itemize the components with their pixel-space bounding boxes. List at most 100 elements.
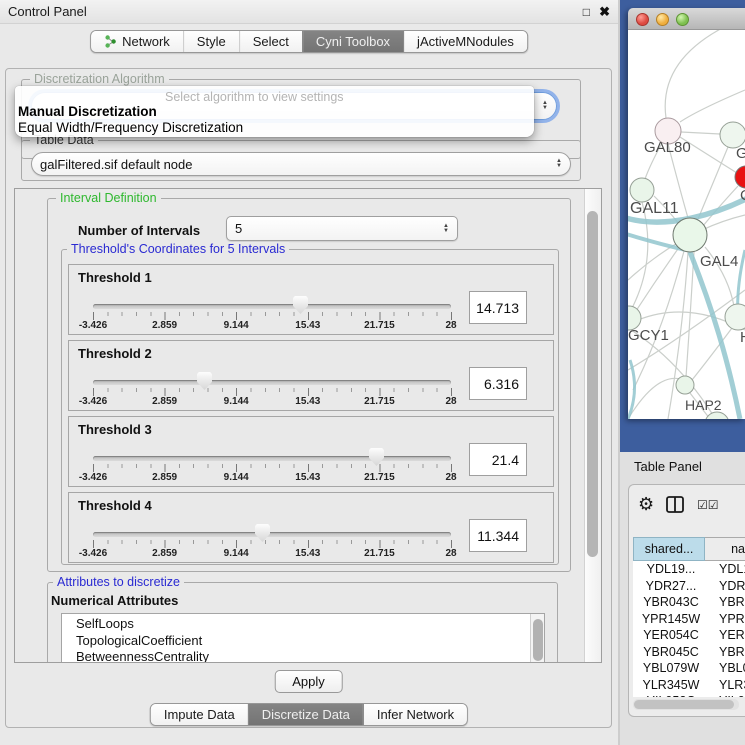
slider-tick-label: 2.859 — [152, 472, 177, 483]
table-toolbar: ⚙ ☑☑ — [629, 485, 745, 529]
slider-ticks — [93, 464, 452, 472]
number-of-intervals-select[interactable]: 5 ▲▼ — [226, 216, 458, 241]
dropdown-item-equal-width-frequency[interactable]: Equal Width/Frequency Discretization — [18, 120, 243, 135]
network-canvas[interactable]: GAL80 GA C GAL11 GAL4 GCY1 H HAP2 — [628, 30, 745, 419]
group-label: Threshold's Coordinates for 5 Intervals — [67, 242, 289, 256]
tab-jactivemnodules[interactable]: jActiveMNodules — [403, 31, 527, 52]
cell-name[interactable]: YBR0 — [709, 644, 745, 661]
network-window-titlebar — [628, 8, 745, 30]
interval-definition-group: Interval Definition Number of Intervals … — [47, 198, 571, 572]
cell-shared-name[interactable]: YLR345W — [633, 677, 709, 694]
tab-infer-network[interactable]: Infer Network — [363, 704, 467, 725]
cell-name[interactable]: YIL0 — [709, 693, 745, 697]
cell-shared-name[interactable]: YPR145W — [633, 611, 709, 628]
table-row[interactable]: YDR27...YDR2 — [633, 578, 745, 595]
tab-impute-data[interactable]: Impute Data — [151, 704, 248, 725]
cell-shared-name[interactable]: YDR27... — [633, 578, 709, 595]
threshold-value-field[interactable]: 14.713 — [469, 291, 527, 324]
threshold-title: Threshold 3 — [78, 422, 152, 437]
node-label: GCY1 — [628, 327, 669, 344]
tab-network[interactable]: Network — [91, 31, 183, 52]
split-columns-icon[interactable] — [666, 496, 684, 513]
slider-tick-label: -3.426 — [79, 472, 107, 483]
spinner-icon: ▲▼ — [443, 224, 449, 234]
cell-shared-name[interactable]: YBR043C — [633, 594, 709, 611]
table-row[interactable]: YER054CYER0 — [633, 627, 745, 644]
gear-icon[interactable]: ⚙ — [638, 494, 654, 515]
close-traffic-light-icon[interactable] — [636, 13, 649, 26]
threshold-panel-4: Threshold 4 -3.4262.8599.14415.4321.7152… — [68, 492, 554, 563]
table-hscrollbar[interactable] — [633, 699, 739, 710]
table-row[interactable]: YBR045CYBR0 — [633, 644, 745, 661]
node-right — [725, 304, 745, 330]
group-label: Interval Definition — [56, 191, 161, 205]
tab-style[interactable]: Style — [183, 31, 239, 52]
close-icon[interactable]: ✖ — [599, 0, 610, 24]
node-gal4 — [673, 218, 707, 252]
table-header-row: shared... na — [633, 537, 745, 561]
settings-scrollbar[interactable] — [584, 189, 601, 662]
numerical-attributes-list: SelfLoopsTopologicalCoefficientBetweenne… — [61, 613, 545, 663]
threshold-value-field[interactable]: 6.316 — [469, 367, 527, 400]
zoom-traffic-light-icon[interactable] — [676, 13, 689, 26]
dropdown-item-manual-discretization[interactable]: Manual Discretization — [18, 104, 157, 119]
cell-shared-name[interactable]: YDL19... — [633, 561, 709, 578]
slider-tick-label: 28 — [445, 472, 456, 483]
slider-track[interactable] — [93, 304, 451, 309]
node-label: GAL4 — [700, 253, 738, 270]
cell-name[interactable]: YDR2 — [709, 578, 745, 595]
cell-name[interactable]: YLR3 — [709, 677, 745, 694]
cell-shared-name[interactable]: YBL079W — [633, 660, 709, 677]
cell-name[interactable]: YER0 — [709, 627, 745, 644]
table-row[interactable]: YPR145WYPR1 — [633, 611, 745, 628]
slider-track[interactable] — [93, 380, 451, 385]
attribute-list-item[interactable]: BetweennessCentrality — [76, 649, 544, 663]
table-row[interactable]: YBL079WYBL0 — [633, 660, 745, 677]
network-view-window[interactable]: GAL80 GA C GAL11 GAL4 GCY1 H HAP2 — [628, 8, 745, 419]
spinner-icon: ▲▼ — [556, 159, 562, 169]
settings-scrollbar-thumb[interactable] — [587, 211, 598, 557]
spinner-icon: ▲▼ — [542, 101, 548, 111]
column-header-shared-name[interactable]: shared... — [633, 537, 705, 561]
slider-tick-label: 9.144 — [224, 548, 249, 559]
attribute-list-item[interactable]: SelfLoops — [76, 616, 544, 633]
cell-shared-name[interactable]: YBR045C — [633, 644, 709, 661]
column-header-name[interactable]: na — [705, 537, 745, 561]
control-panel: Control Panel □ ✖ Network Style Select — [0, 0, 620, 745]
slider-scale: -3.4262.8599.14415.4321.71528 — [93, 320, 451, 332]
tab-discretize-data[interactable]: Discretize Data — [248, 704, 363, 725]
node-label: GAL80 — [644, 139, 691, 156]
table-hscrollbar-thumb[interactable] — [634, 700, 734, 709]
node-gal11 — [630, 178, 654, 202]
table-row[interactable]: YLR345WYLR3 — [633, 677, 745, 694]
slider-track[interactable] — [93, 532, 451, 537]
minimize-traffic-light-icon[interactable] — [656, 13, 669, 26]
list-scrollbar[interactable] — [530, 614, 544, 663]
list-scrollbar-thumb[interactable] — [533, 619, 543, 661]
cell-name[interactable]: YBR0 — [709, 594, 745, 611]
table-data-select[interactable]: galFiltered.sif default node ▲▼ — [31, 152, 571, 176]
table-row[interactable]: YIL052CYIL0 — [633, 693, 745, 697]
table-row[interactable]: YDL19...YDL1 — [633, 561, 745, 578]
tab-cyni-toolbox[interactable]: Cyni Toolbox — [302, 31, 403, 52]
cell-shared-name[interactable]: YER054C — [633, 627, 709, 644]
slider-tick-label: -3.426 — [79, 548, 107, 559]
attribute-list-item[interactable]: TopologicalCoefficient — [76, 633, 544, 650]
settings-scrollpane: Interval Definition Number of Intervals … — [14, 188, 602, 663]
threshold-value-field[interactable]: 21.4 — [469, 443, 527, 476]
table-data-select-value: galFiltered.sif default node — [40, 157, 550, 172]
table-row[interactable]: YBR043CYBR0 — [633, 594, 745, 611]
slider-track[interactable] — [93, 456, 451, 461]
float-window-icon[interactable]: □ — [583, 0, 590, 24]
cell-shared-name[interactable]: YIL052C — [633, 693, 709, 697]
cell-name[interactable]: YPR1 — [709, 611, 745, 628]
tab-select[interactable]: Select — [239, 31, 302, 52]
select-columns-icon[interactable]: ☑☑ — [697, 498, 719, 512]
cell-name[interactable]: YBL0 — [709, 660, 745, 677]
slider-tick-label: 9.144 — [224, 472, 249, 483]
threshold-value-field[interactable]: 11.344 — [469, 519, 527, 552]
dropdown-placeholder: Select algorithm to view settings — [165, 90, 344, 104]
cell-name[interactable]: YDL1 — [709, 561, 745, 578]
slider-tick-label: 28 — [445, 548, 456, 559]
apply-button[interactable]: Apply — [274, 670, 343, 693]
